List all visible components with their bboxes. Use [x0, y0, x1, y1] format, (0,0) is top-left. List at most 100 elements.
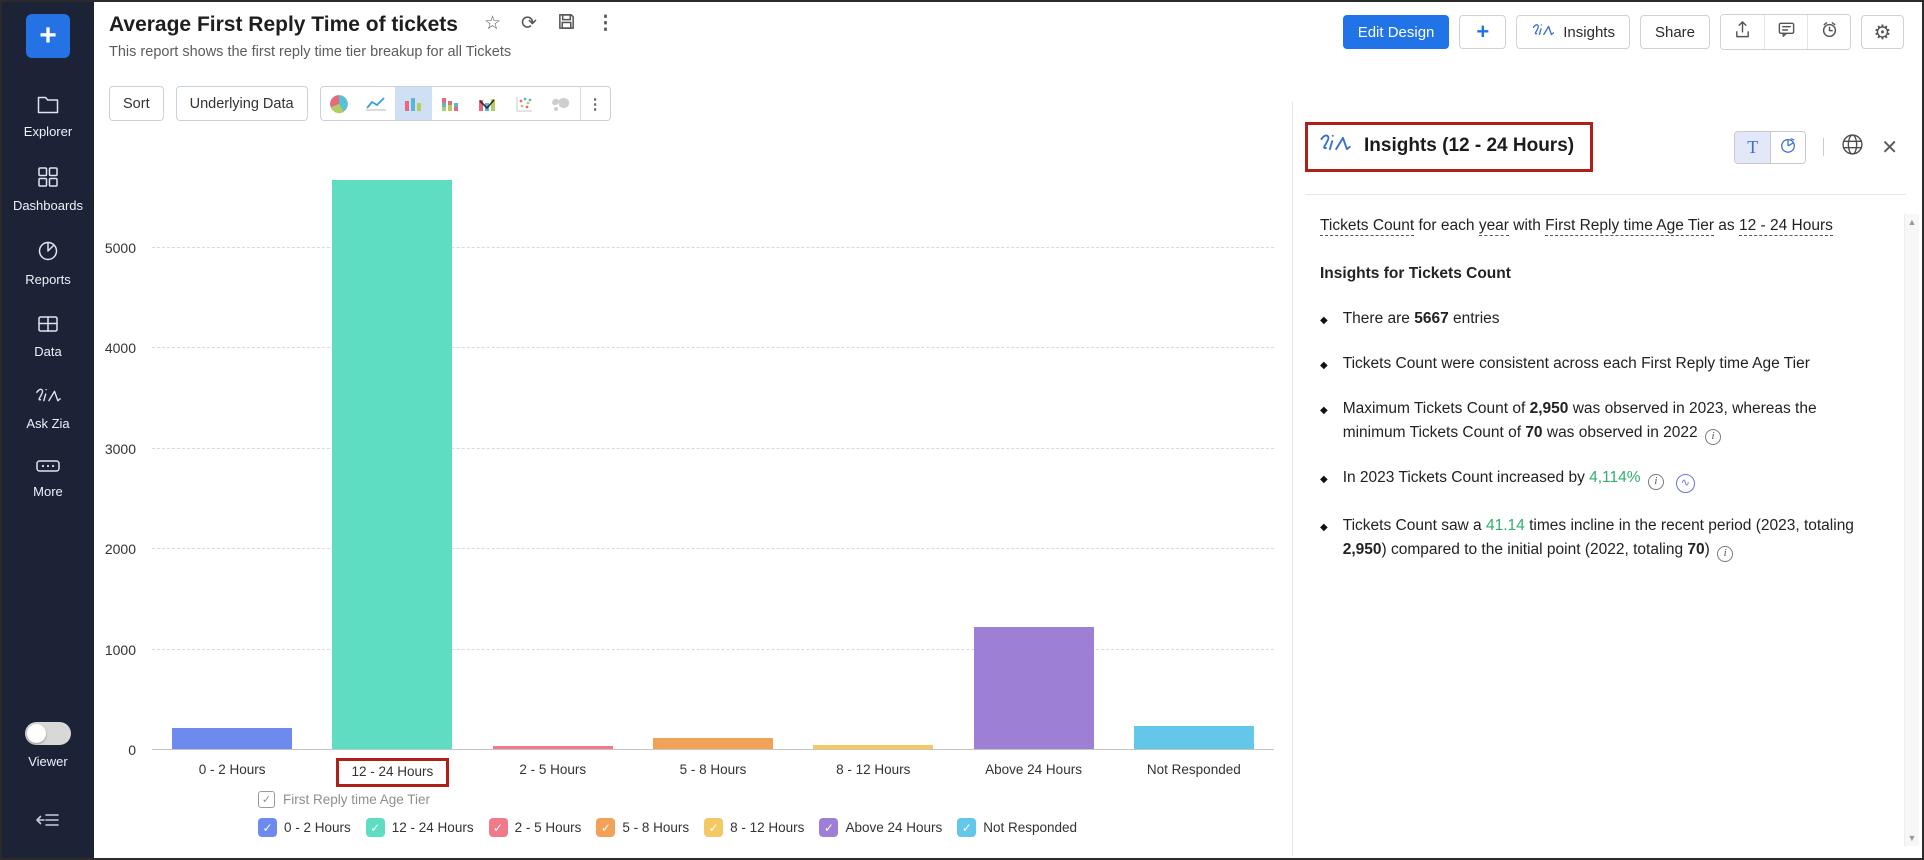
- panel-scrollbar[interactable]: ▲ ▼: [1904, 214, 1919, 846]
- text-segment: Maximum Tickets Count of: [1343, 400, 1530, 417]
- sidebar-item-reports[interactable]: Reports: [25, 240, 71, 287]
- divider: [1305, 194, 1906, 195]
- text-segment: 5667: [1414, 310, 1448, 327]
- legend-item-5 - 8 Hours[interactable]: ✓5 - 8 Hours: [596, 818, 689, 837]
- bar-slot: [473, 147, 633, 750]
- legend-item-12 - 24 Hours[interactable]: ✓12 - 24 Hours: [366, 818, 474, 837]
- legend-checkbox[interactable]: ✓: [258, 818, 277, 837]
- sidebar-item-data[interactable]: Data: [34, 314, 61, 359]
- y-tick-label: 1000: [105, 642, 136, 658]
- chart-options-kebab-icon[interactable]: ⋮: [580, 87, 610, 120]
- legend-checkbox[interactable]: ✓: [957, 818, 976, 837]
- legend-checkbox[interactable]: ✓: [366, 818, 385, 837]
- sidebar-item-more[interactable]: More: [33, 458, 63, 499]
- underlying-data-button[interactable]: Underlying Data: [176, 86, 308, 121]
- legend-checkbox[interactable]: ✓: [819, 818, 838, 837]
- zia-icon: [1318, 132, 1352, 160]
- table-icon: [37, 314, 59, 337]
- legend-label: 0 - 2 Hours: [284, 820, 351, 835]
- pie-chart-icon: [37, 240, 59, 265]
- chart-view-toggle[interactable]: [1770, 132, 1805, 163]
- sidebar-item-dashboards[interactable]: Dashboards: [13, 166, 83, 213]
- sidebar-item-label: More: [33, 484, 63, 499]
- text-segment: entries: [1449, 310, 1500, 327]
- edit-design-button[interactable]: Edit Design: [1343, 15, 1450, 49]
- info-icon[interactable]: i: [1717, 546, 1733, 562]
- text-view-toggle[interactable]: T: [1735, 132, 1770, 163]
- language-globe-icon[interactable]: [1841, 133, 1864, 161]
- chart-type-map-icon[interactable]: [543, 87, 580, 120]
- bar-12 - 24 Hours[interactable]: [332, 180, 452, 750]
- info-icon[interactable]: i: [1648, 474, 1664, 490]
- insight-bullet: ◆ Tickets Count saw a 41.14 times inclin…: [1320, 514, 1874, 562]
- refresh-icon[interactable]: ⟳: [521, 14, 537, 33]
- share-button[interactable]: Share: [1640, 15, 1710, 49]
- trend-insight-icon[interactable]: ∿: [1676, 474, 1695, 493]
- legend-checkbox[interactable]: ✓: [704, 818, 723, 837]
- info-icon[interactable]: i: [1705, 429, 1721, 445]
- legend-label: Not Responded: [983, 820, 1077, 835]
- diamond-bullet-icon: ◆: [1320, 520, 1328, 562]
- chart-type-combo-icon[interactable]: [469, 87, 506, 120]
- favorite-star-icon[interactable]: ☆: [484, 14, 501, 33]
- insights-query-line: Tickets Count for each year with First R…: [1320, 214, 1874, 238]
- legend-checkbox[interactable]: ✓: [489, 818, 508, 837]
- text-segment: for each: [1414, 217, 1479, 234]
- text-segment: 70: [1687, 541, 1704, 558]
- insight-bullet: ◆ There are 5667 entries: [1320, 307, 1874, 331]
- sort-button[interactable]: Sort: [109, 86, 164, 121]
- viewer-mode-toggle[interactable]: [25, 722, 71, 745]
- chart-type-line-icon[interactable]: [358, 87, 395, 120]
- ellipsis-icon: [35, 458, 61, 477]
- chart-type-scatter-icon[interactable]: [506, 87, 543, 120]
- settings-button[interactable]: ⚙: [1861, 15, 1904, 49]
- legend-item-0 - 2 Hours[interactable]: ✓ 0 - 2 Hours: [258, 818, 351, 837]
- text-segment: Tickets Count saw a: [1343, 517, 1486, 534]
- bar-0 - 2 Hours[interactable]: [172, 728, 292, 750]
- x-axis-label: 2 - 5 Hours: [473, 754, 633, 787]
- highlighted-category-annotation: 12 - 24 Hours: [336, 758, 450, 787]
- zia-icon: [1531, 22, 1555, 43]
- legend-item-2 - 5 Hours[interactable]: ✓ 2 - 5 Hours: [489, 818, 582, 837]
- bar-slot: [633, 147, 793, 750]
- bar-slot: [312, 147, 472, 750]
- scroll-down-icon[interactable]: ▼: [1908, 833, 1917, 843]
- text-segment: There are: [1343, 310, 1415, 327]
- text-segment: Tickets Count were consistent across eac…: [1343, 355, 1810, 372]
- legend-checkbox[interactable]: ✓: [596, 818, 615, 837]
- text-segment: 70: [1525, 424, 1542, 441]
- insights-button[interactable]: Insights: [1516, 15, 1630, 49]
- bar-Above 24 Hours[interactable]: [974, 627, 1094, 750]
- text-segment: 4,114%: [1589, 469, 1640, 486]
- legend-label: 2 - 5 Hours: [515, 820, 582, 835]
- field-legend-checkbox[interactable]: ✓: [258, 791, 275, 808]
- create-new-button[interactable]: +: [26, 14, 70, 58]
- chart-type-bar-icon[interactable]: [395, 87, 432, 120]
- chart-type-stacked-bar-icon[interactable]: [432, 87, 469, 120]
- text-segment: ) compared to the initial point (2022, t…: [1382, 541, 1688, 558]
- folder-icon: [36, 94, 60, 117]
- x-axis-label: 5 - 8 Hours: [633, 754, 793, 787]
- collapse-sidebar-icon[interactable]: [35, 809, 61, 834]
- bar-Not Responded[interactable]: [1134, 726, 1254, 750]
- legend-item-8 - 12 Hours[interactable]: ✓8 - 12 Hours: [704, 818, 804, 837]
- sidebar: + Explorer Dashboards Reports Data Ask Z…: [2, 2, 94, 858]
- export-button[interactable]: [1721, 15, 1764, 49]
- y-tick-label: 3000: [105, 441, 136, 457]
- sidebar-item-ask-zia[interactable]: Ask Zia: [26, 386, 69, 431]
- comments-button[interactable]: [1764, 15, 1807, 49]
- legend-item-Not Responded[interactable]: ✓ Not Responded: [957, 818, 1077, 837]
- add-button[interactable]: +: [1459, 15, 1506, 49]
- sidebar-item-explorer[interactable]: Explorer: [24, 94, 72, 139]
- text-segment: ): [1705, 541, 1714, 558]
- insight-text: Tickets Count saw a 41.14 times incline …: [1343, 514, 1874, 562]
- save-icon[interactable]: [557, 12, 576, 35]
- chart-type-pie-icon[interactable]: [321, 87, 358, 120]
- more-options-icon[interactable]: ⋮: [596, 14, 615, 33]
- bar-slot: [152, 147, 312, 750]
- scroll-up-icon[interactable]: ▲: [1908, 217, 1917, 227]
- close-panel-icon[interactable]: ✕: [1881, 135, 1898, 160]
- schedule-button[interactable]: [1807, 15, 1850, 49]
- app-window: { "header": { "title": "Average First Re…: [0, 0, 1924, 860]
- legend-item-Above 24 Hours[interactable]: ✓Above 24 Hours: [819, 818, 942, 837]
